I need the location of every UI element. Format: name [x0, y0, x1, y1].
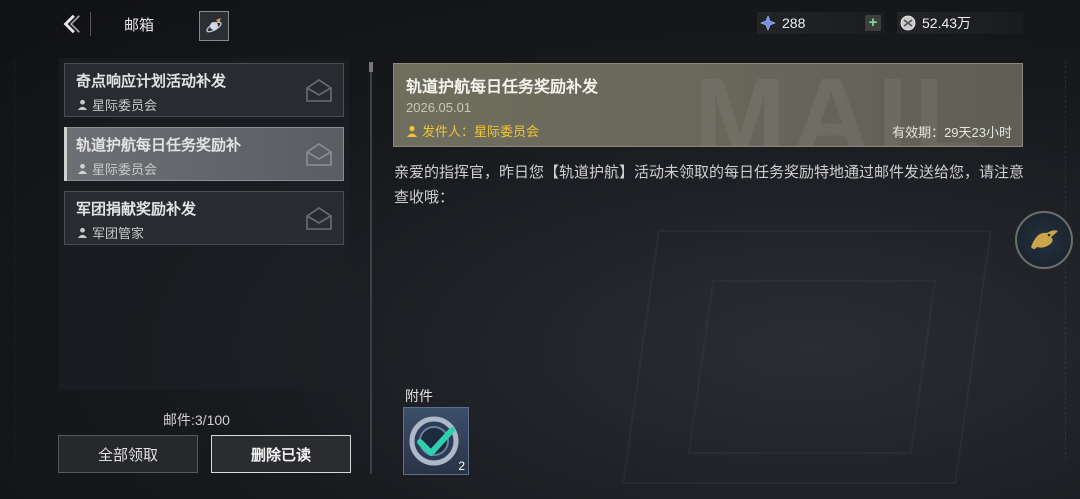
mail-sender-name: 星际委员会 — [92, 98, 158, 113]
mail-sender: 星际委员会 — [77, 159, 157, 178]
attachment-label: 附件 — [405, 388, 433, 404]
mail-title: 轨道护航每日任务奖励补 — [76, 137, 242, 154]
mailbox-screen: 邮箱 288 + 52.43万 奇点响应计划活动补发 星际委员会 轨道护航每日任… — [0, 0, 1080, 499]
crystal-resource: 288 + — [757, 12, 885, 34]
add-crystal-button[interactable]: + — [865, 15, 881, 31]
coin-icon — [898, 13, 918, 33]
mail-sender: 星际委员会 — [77, 95, 157, 114]
back-arrow-icon — [63, 14, 80, 34]
title-separator — [90, 12, 91, 36]
mail-detail-sender-text: 发件人：星际委员会 — [422, 124, 540, 139]
mail-list-item-selected[interactable]: 轨道护航每日任务奖励补 星际委员会 — [64, 127, 344, 181]
mail-detail-date: 2026.05.01 — [406, 100, 472, 115]
mail-title: 军团捐献奖励补发 — [76, 201, 197, 218]
delete-read-button[interactable]: 删除已读 — [211, 435, 351, 473]
mail-title: 奇点响应计划活动补发 — [76, 73, 227, 90]
person-icon — [77, 99, 88, 110]
mail-list-item[interactable]: 军团捐献奖励补发 军团管家 — [64, 191, 344, 245]
mail-count: 邮件:3/100 — [163, 412, 230, 428]
back-button[interactable] — [58, 10, 86, 38]
mail-sender-name: 军团管家 — [92, 226, 145, 241]
coin-resource: 52.43万 — [897, 12, 1023, 34]
page-title: 邮箱 — [124, 17, 155, 34]
bird-emblem-icon — [1031, 230, 1058, 249]
planet-rocket-icon — [206, 18, 222, 33]
mail-body-text: 亲爱的指挥官，昨日您【轨道护航】活动未领取的每日任务奖励特地通过邮件发送给您，请… — [394, 164, 1025, 206]
panel-divider — [370, 62, 372, 474]
mail-detail-header: MAIL 轨道护航每日任务奖励补发 2026.05.01 发件人：星际委员会 有… — [393, 63, 1023, 147]
envelope-icon — [306, 79, 332, 102]
attachment-quantity: 2 — [458, 459, 465, 473]
claim-all-button[interactable]: 全部领取 — [58, 435, 198, 473]
crystal-value: 288 — [782, 15, 806, 31]
person-icon — [77, 227, 88, 238]
coin-value: 52.43万 — [922, 15, 972, 31]
envelope-open-icon — [306, 143, 332, 166]
mail-detail-sender: 发件人：星际委员会 — [406, 121, 539, 140]
person-icon — [77, 163, 88, 174]
crystal-icon — [758, 13, 778, 33]
mail-expire-time: 有效期：29天23小时 — [892, 125, 1012, 140]
person-icon — [407, 125, 417, 137]
background-decoration — [688, 280, 936, 454]
envelope-icon — [306, 207, 332, 230]
mail-list-item[interactable]: 奇点响应计划活动补发 星际委员会 — [64, 63, 344, 117]
mail-detail-title: 轨道护航每日任务奖励补发 — [406, 79, 599, 96]
emblem-button[interactable] — [199, 11, 229, 41]
mail-sender: 军团管家 — [77, 223, 144, 242]
side-feature-button[interactable] — [1015, 211, 1073, 269]
mail-sender-name: 星际委员会 — [92, 162, 158, 177]
divider-marker — [369, 62, 373, 72]
edge-decoration — [14, 60, 21, 460]
attachment-item[interactable]: 2 — [403, 407, 469, 475]
